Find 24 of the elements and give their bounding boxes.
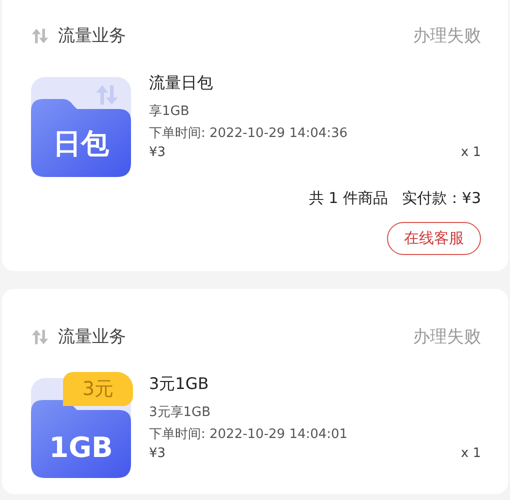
product-price: ¥3 [149, 446, 166, 461]
product-description: 享1GB [149, 103, 190, 120]
up-down-arrows-icon [95, 83, 119, 107]
order-time: 下单时间: 2022-10-29 14:04:36 [149, 125, 349, 142]
product-description: 3元享1GB [149, 404, 212, 421]
up-down-arrows-icon [31, 328, 49, 346]
item-count: 共 1 件商品 [308, 189, 388, 208]
quantity: x 1 [460, 145, 481, 160]
folder-icon [31, 77, 131, 177]
product-title: 3元1GB [149, 374, 210, 395]
order-status: 办理失败 [413, 25, 481, 47]
price-badge: 3元 [63, 372, 133, 406]
up-down-arrows-icon [31, 26, 49, 44]
product-price: ¥3 [149, 145, 166, 160]
amount-paid: 实付款：¥3 [402, 189, 481, 208]
order-time: 下单时间: 2022-10-29 14:04:01 [149, 426, 349, 443]
order-status: 办理失败 [413, 326, 481, 348]
thumbnail-label: 1GB [48, 431, 114, 464]
product-title: 流量日包 [149, 73, 214, 94]
customer-service-button[interactable]: 在线客服 [387, 222, 481, 255]
thumbnail-label: 日包 [52, 126, 110, 162]
category-label: 流量业务 [58, 25, 126, 47]
category-label: 流量业务 [58, 326, 126, 348]
quantity: x 1 [460, 446, 481, 461]
